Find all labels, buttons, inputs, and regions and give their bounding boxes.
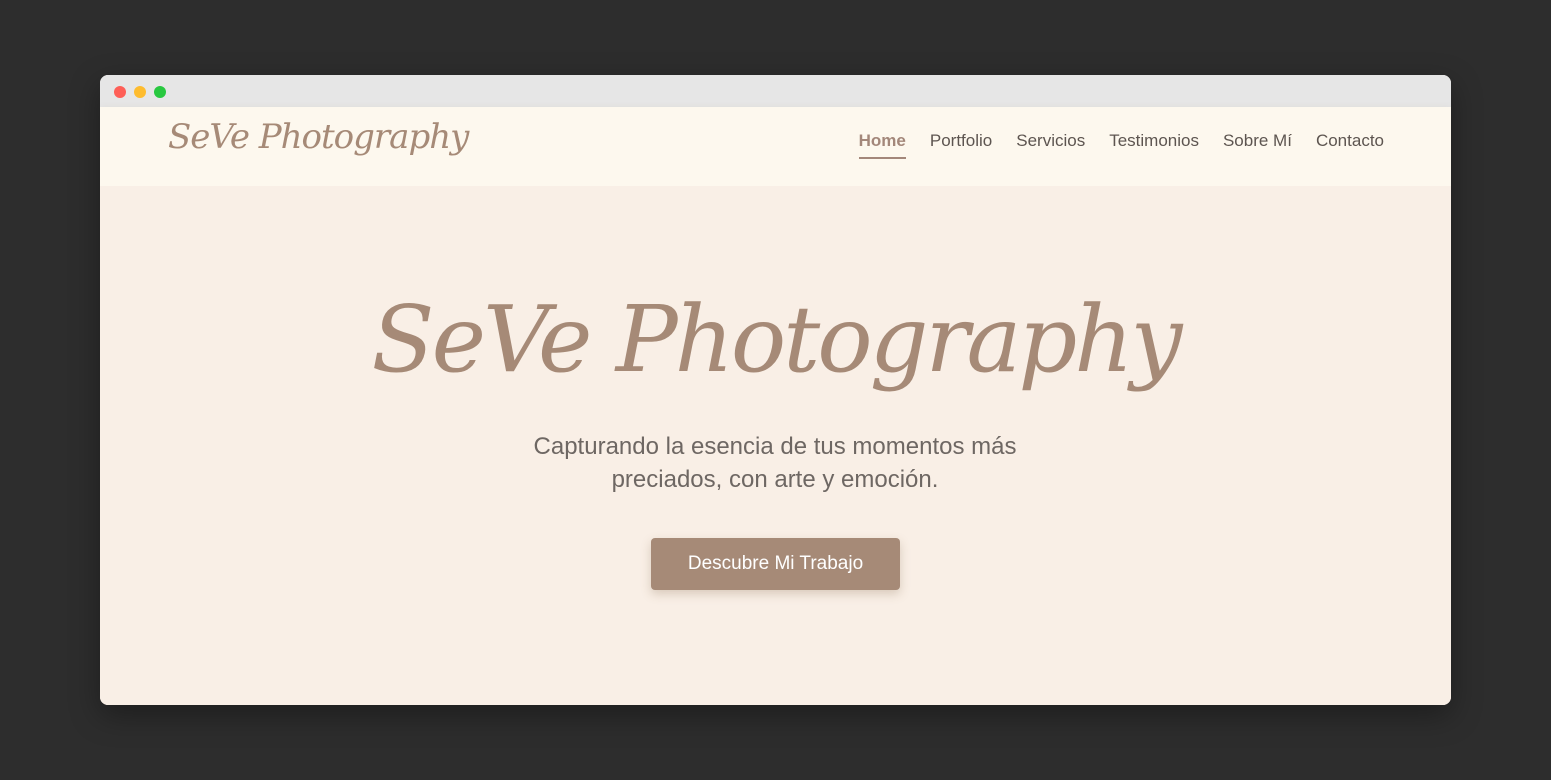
browser-window: SeVe Photography Home Portfolio Servicio… xyxy=(100,75,1451,705)
hero-subtitle: Capturando la esencia de tus momentos má… xyxy=(533,433,1017,493)
nav-item-testimonios[interactable]: Testimonios xyxy=(1109,131,1199,159)
nav-item-sobre-mi[interactable]: Sobre Mí xyxy=(1223,131,1292,159)
nav-item-servicios[interactable]: Servicios xyxy=(1016,131,1085,159)
nav-item-portfolio[interactable]: Portfolio xyxy=(930,131,992,159)
maximize-window-icon[interactable] xyxy=(154,86,166,98)
main-nav: Home Portfolio Servicios Testimonios Sob… xyxy=(858,131,1384,159)
hero-section: SeVe Photography Capturando la esencia d… xyxy=(100,186,1451,705)
window-titlebar xyxy=(100,75,1451,107)
site-logo[interactable]: SeVe Photography xyxy=(168,117,469,157)
close-window-icon[interactable] xyxy=(114,86,126,98)
minimize-window-icon[interactable] xyxy=(134,86,146,98)
discover-work-button[interactable]: Descubre Mi Trabajo xyxy=(651,538,900,590)
site-header: SeVe Photography Home Portfolio Servicio… xyxy=(100,107,1451,186)
nav-item-contacto[interactable]: Contacto xyxy=(1316,131,1384,159)
nav-item-home[interactable]: Home xyxy=(858,131,906,159)
hero-title: SeVe Photography xyxy=(371,286,1183,393)
